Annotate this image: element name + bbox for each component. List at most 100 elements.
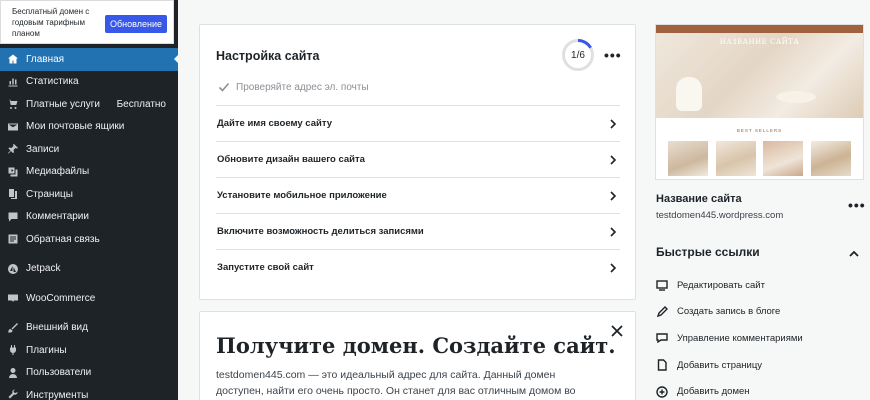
completed-task: Проверяйте адрес эл. почты [218,81,369,93]
sidebar-item-appearance[interactable]: Внешний вид [0,317,178,340]
setup-title: Настройка сайта [216,49,320,63]
sidebar-item-plugins[interactable]: Плагины [0,339,178,362]
preview-product-tile [668,141,708,176]
domain-description: testdomen445.com — это идеальный адрес д… [216,367,588,399]
sidebar-item-label: Инструменты [26,389,89,400]
sidebar-item-mailboxes[interactable]: Мои почтовые ящики [0,116,178,139]
promo-text: Бесплатный домен с годовым тарифным план… [12,7,90,38]
sidebar-item-label: Платные услуги [26,98,100,110]
quick-link-edit-site[interactable]: Редактировать сайт [656,272,866,299]
quick-link-write-post[interactable]: Создать запись в блоге [656,299,866,326]
chevron-right-icon [610,190,617,201]
task-label: Запустите свой сайт [217,262,314,273]
comment-icon [7,211,19,223]
mail-icon [7,121,19,133]
task-install-app[interactable]: Установите мобильное приложение [216,177,620,213]
jetpack-icon [7,263,19,275]
sidebar-item-label: WooCommerce [26,292,96,304]
sidebar-item-label: Страницы [26,188,73,200]
sidebar-item-tools[interactable]: Инструменты [0,384,178,400]
cart-icon [7,98,19,110]
domain-title: Получите домен. Создайте сайт. [216,333,616,358]
task-label: Дайте имя своему сайту [217,118,332,129]
site-url[interactable]: testdomen445.wordpress.com [656,210,783,221]
quick-link-label: Управление комментариями [677,332,803,344]
sidebar-item-label: Плагины [26,344,67,356]
sidebar-item-comments[interactable]: Комментарии [0,206,178,229]
sidebar-item-label: Jetpack [26,263,61,275]
chevron-right-icon [610,226,617,237]
user-icon [7,367,19,379]
sidebar-item-pages[interactable]: Страницы [0,183,178,206]
pages-icon [7,188,19,200]
quick-link-label: Добавить домен [677,386,750,398]
preview-site-title: НАЗВАНИЕ САЙТА [719,38,800,46]
sidebar-item-users[interactable]: Пользователи [0,362,178,385]
brush-icon [7,322,19,334]
preview-product-tile [715,141,756,176]
quick-link-add-page[interactable]: Добавить страницу [656,352,866,379]
sidebar-item-stats[interactable]: Статистика [0,71,178,94]
quick-links-title: Быстрые ссылки [656,245,760,259]
woo-icon [7,292,19,304]
domain-card: Получите домен. Создайте сайт. testdomen… [199,311,636,400]
upgrade-button[interactable]: Обновление [105,15,167,33]
stats-icon [7,76,19,88]
sidebar-item-home[interactable]: Главная [0,48,179,71]
sidebar-item-label: Медиафайлы [26,166,90,178]
sidebar-item-label: Пользователи [26,367,92,379]
sidebar-item-jetpack[interactable]: Jetpack [0,258,178,281]
site-preview[interactable]: НАЗВАНИЕ САЙТА BEST SELLERS [655,24,864,180]
sidebar-item-label: Главная [26,53,65,65]
quick-link-manage-comments[interactable]: Управление комментариями [656,325,866,352]
task-enable-sharing[interactable]: Включите возможность делиться записями [216,213,620,249]
comment-icon [656,332,668,344]
wrench-icon [7,389,19,400]
preview-product-tile [810,141,851,176]
quick-link-label: Добавить страницу [677,359,763,371]
sidebar-item-label: Статистика [26,76,79,88]
pencil-icon [656,305,668,318]
page-icon [656,359,668,371]
plugin-icon [7,344,19,356]
sidebar-item-upgrades[interactable]: Платные услуги Бесплатно [0,93,178,116]
quick-link-label: Создать запись в блоге [677,306,781,318]
sidebar-item-feedback[interactable]: Обратная связь [0,228,178,251]
sidebar: Бесплатный домен с годовым тарифным план… [0,0,179,400]
feedback-icon [7,233,19,245]
setup-progress-label: 1/6 [571,49,585,61]
task-label: Обновите дизайн вашего сайта [217,154,365,165]
preview-product-tile [763,141,804,176]
chevron-right-icon [610,118,617,129]
monitor-icon [656,279,668,291]
plus-circle-icon [656,385,668,398]
sidebar-item-media[interactable]: Медиафайлы [0,161,178,184]
domain-name: testdomen445.com [216,369,306,381]
sidebar-item-posts[interactable]: Записи [0,138,178,161]
promo-banner: Бесплатный домен с годовым тарифным план… [0,0,174,44]
site-more-icon[interactable]: ••• [848,197,866,213]
site-name: Название сайта [656,193,742,205]
task-label: Включите возможность делиться записями [217,226,424,237]
chevron-right-icon [610,154,617,165]
sidebar-menu: Главная Статистика Платные услуги Беспла… [0,48,179,400]
quick-links-list: Редактировать сайт Создать запись в блог… [656,272,866,400]
quick-link-add-domain[interactable]: Добавить домен [656,378,866,400]
setup-more-icon[interactable]: ••• [604,47,622,63]
completed-task-label: Проверяйте адрес эл. почты [236,81,369,93]
chevron-up-icon[interactable] [848,246,860,257]
home-icon [7,53,19,65]
sidebar-item-woocommerce[interactable]: WooCommerce [0,287,178,310]
pin-icon [7,143,19,155]
task-update-design[interactable]: Обновите дизайн вашего сайта [216,141,620,177]
site-setup-card: Настройка сайта 1/6 ••• Проверяйте адрес… [199,24,636,300]
chevron-right-icon [610,262,617,273]
sidebar-item-label: Записи [26,143,60,155]
task-launch-site[interactable]: Запустите свой сайт [216,249,620,285]
sidebar-item-label: Внешний вид [26,322,88,334]
checkmark-icon [218,82,230,92]
task-label: Установите мобильное приложение [217,190,387,201]
free-badge: Бесплатно [116,98,166,110]
sidebar-item-label: Обратная связь [26,233,100,245]
task-name-site[interactable]: Дайте имя своему сайту [216,105,620,141]
